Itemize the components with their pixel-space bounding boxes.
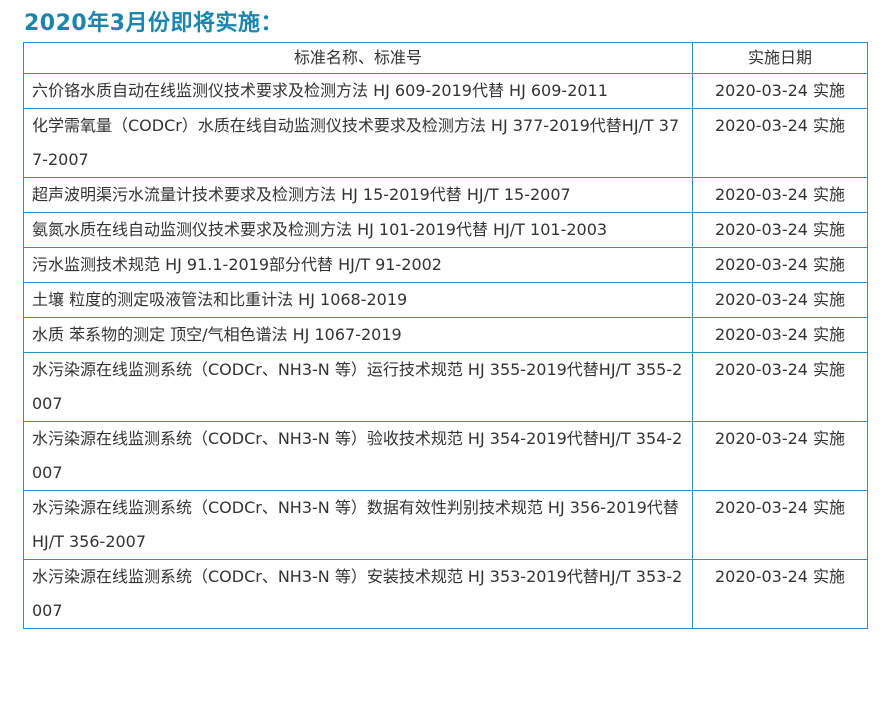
effective-date-cell: 2020-03-24 实施 xyxy=(692,108,868,178)
effective-date-cell: 2020-03-24 实施 xyxy=(692,490,868,560)
effective-date-cell: 2020-03-24 实施 xyxy=(692,73,868,109)
header-standard-name: 标准名称、标准号 xyxy=(22,42,694,74)
effective-date-cell: 2020-03-24 实施 xyxy=(692,421,868,491)
standard-name-cell: 水污染源在线监测系统（CODCr、NH3-N 等）数据有效性判别技术规范 HJ … xyxy=(22,490,694,560)
standard-name-cell: 水污染源在线监测系统（CODCr、NH3-N 等）安装技术规范 HJ 353-2… xyxy=(22,559,694,629)
table-row: 水污染源在线监测系统（CODCr、NH3-N 等）安装技术规范 HJ 353-2… xyxy=(22,559,868,629)
table-row: 污水监测技术规范 HJ 91.1-2019部分代替 HJ/T 91-2002 2… xyxy=(22,247,868,283)
effective-date-cell: 2020-03-24 实施 xyxy=(692,559,868,629)
effective-date-cell: 2020-03-24 实施 xyxy=(692,177,868,213)
table-row: 六价铬水质自动在线监测仪技术要求及检测方法 HJ 609-2019代替 HJ 6… xyxy=(22,73,868,109)
table-row: 氨氮水质在线自动监测仪技术要求及检测方法 HJ 101-2019代替 HJ/T … xyxy=(22,212,868,248)
table-row: 超声波明渠污水流量计技术要求及检测方法 HJ 15-2019代替 HJ/T 15… xyxy=(22,177,868,213)
standard-name-cell: 化学需氧量（CODCr）水质在线自动监测仪技术要求及检测方法 HJ 377-20… xyxy=(22,108,694,178)
effective-date-cell: 2020-03-24 实施 xyxy=(692,317,868,353)
table-row: 化学需氧量（CODCr）水质在线自动监测仪技术要求及检测方法 HJ 377-20… xyxy=(22,108,868,178)
standard-name-cell: 水污染源在线监测系统（CODCr、NH3-N 等）运行技术规范 HJ 355-2… xyxy=(22,352,694,422)
standard-name-cell: 土壤 粒度的测定吸液管法和比重计法 HJ 1068-2019 xyxy=(22,282,694,318)
table-row: 水污染源在线监测系统（CODCr、NH3-N 等）数据有效性判别技术规范 HJ … xyxy=(22,490,868,560)
standard-name-cell: 污水监测技术规范 HJ 91.1-2019部分代替 HJ/T 91-2002 xyxy=(22,247,694,283)
table-row: 水污染源在线监测系统（CODCr、NH3-N 等）运行技术规范 HJ 355-2… xyxy=(22,352,868,422)
table-header-row: 标准名称、标准号 实施日期 xyxy=(22,42,868,74)
effective-date-cell: 2020-03-24 实施 xyxy=(692,352,868,422)
table-row: 水质 苯系物的测定 顶空/气相色谱法 HJ 1067-2019 2020-03-… xyxy=(22,317,868,353)
table-row: 水污染源在线监测系统（CODCr、NH3-N 等）验收技术规范 HJ 354-2… xyxy=(22,421,868,491)
effective-date-cell: 2020-03-24 实施 xyxy=(692,282,868,318)
standard-name-cell: 氨氮水质在线自动监测仪技术要求及检测方法 HJ 101-2019代替 HJ/T … xyxy=(22,212,694,248)
header-effective-date: 实施日期 xyxy=(692,42,868,74)
effective-date-cell: 2020-03-24 实施 xyxy=(692,247,868,283)
standard-name-cell: 超声波明渠污水流量计技术要求及检测方法 HJ 15-2019代替 HJ/T 15… xyxy=(22,177,694,213)
page-heading: 2020年3月份即将实施： xyxy=(24,11,284,36)
standard-name-cell: 六价铬水质自动在线监测仪技术要求及检测方法 HJ 609-2019代替 HJ 6… xyxy=(22,73,694,109)
table-row: 土壤 粒度的测定吸液管法和比重计法 HJ 1068-2019 2020-03-2… xyxy=(22,282,868,318)
effective-date-cell: 2020-03-24 实施 xyxy=(692,212,868,248)
standards-table: 标准名称、标准号 实施日期 六价铬水质自动在线监测仪技术要求及检测方法 HJ 6… xyxy=(22,42,868,629)
standard-name-cell: 水污染源在线监测系统（CODCr、NH3-N 等）验收技术规范 HJ 354-2… xyxy=(22,421,694,491)
standard-name-cell: 水质 苯系物的测定 顶空/气相色谱法 HJ 1067-2019 xyxy=(22,317,694,353)
